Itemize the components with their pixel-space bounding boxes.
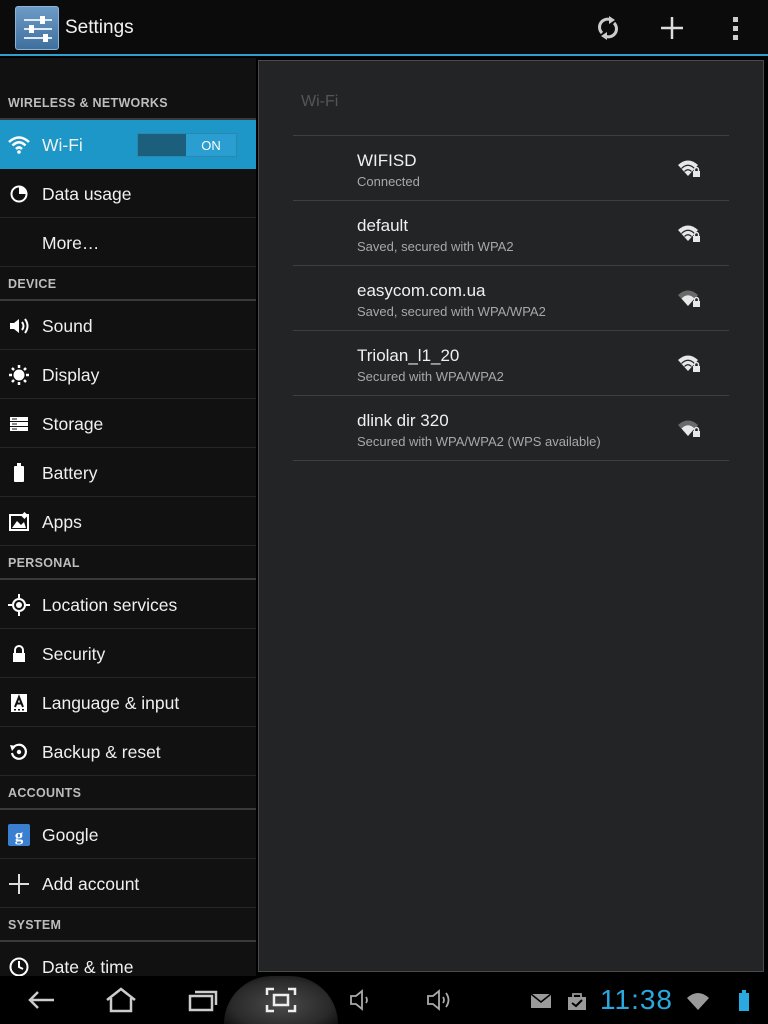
home-icon[interactable]	[96, 980, 146, 1020]
backup-icon	[8, 742, 30, 762]
wifi-network-item[interactable]: dlink dir 320 Secured with WPA/WPA2 (WPS…	[293, 396, 729, 461]
sidebar-item-label: Storage	[42, 414, 104, 434]
back-icon[interactable]	[16, 980, 66, 1020]
sidebar-item-label: Language & input	[42, 693, 180, 713]
clock-icon	[8, 957, 30, 976]
sidebar-item-display[interactable]: Display	[0, 350, 256, 399]
wifi-icon	[8, 135, 30, 155]
wifi-toggle-state: ON	[186, 134, 236, 156]
network-status: Secured with WPA/WPA2	[357, 369, 504, 384]
sidebar-item-label: Location services	[42, 595, 178, 615]
sidebar-item-security[interactable]: Security	[0, 629, 256, 678]
sidebar-item-label: Date & time	[42, 957, 134, 976]
section-header-system: SYSTEM	[0, 908, 256, 942]
sidebar-item-label: Apps	[42, 512, 82, 532]
sync-icon[interactable]	[588, 8, 628, 48]
sidebar-item-storage[interactable]: Storage	[0, 399, 256, 448]
wifi-detail-pane: Wi-Fi WIFISD Connected default Saved, se…	[258, 60, 764, 972]
volume-up-icon[interactable]	[415, 980, 465, 1020]
sidebar-item-add-account[interactable]: Add account	[0, 859, 256, 908]
battery-icon	[8, 463, 30, 483]
sidebar-item-data-usage[interactable]: Data usage	[0, 169, 256, 218]
storage-icon	[8, 414, 30, 434]
sound-icon	[8, 316, 30, 336]
network-status: Saved, secured with WPA2	[357, 239, 514, 254]
location-icon	[8, 594, 30, 616]
network-status: Secured with WPA/WPA2 (WPS available)	[357, 434, 601, 449]
sidebar-item-date-time[interactable]: Date & time	[0, 942, 256, 976]
language-icon	[8, 693, 30, 713]
gmail-notification-icon[interactable]	[529, 990, 553, 1012]
page-title: Settings	[65, 17, 134, 38]
sidebar-item-label: Display	[42, 365, 100, 385]
data-usage-icon	[8, 184, 30, 204]
sidebar-item-wifi[interactable]: Wi-Fi ON	[0, 120, 256, 169]
network-status: Connected	[357, 174, 420, 189]
lock-icon	[8, 644, 30, 664]
section-header-device: DEVICE	[0, 267, 256, 301]
sidebar-item-language[interactable]: Language & input	[0, 678, 256, 727]
sidebar-item-backup[interactable]: Backup & reset	[0, 727, 256, 776]
network-ssid: dlink dir 320	[357, 411, 449, 430]
sidebar-item-label: Data usage	[42, 184, 132, 204]
wifi-signal-locked-icon	[677, 288, 703, 310]
pane-title: Wi-Fi	[301, 93, 339, 110]
google-icon: g	[8, 824, 30, 846]
display-icon	[8, 365, 30, 385]
apps-icon	[8, 512, 30, 532]
sidebar-item-sound[interactable]: Sound	[0, 301, 256, 350]
sidebar-item-label: Google	[42, 825, 99, 845]
wifi-network-item[interactable]: easycom.com.ua Saved, secured with WPA/W…	[293, 266, 729, 331]
sidebar-item-label: Wi-Fi	[42, 135, 83, 155]
wifi-network-item[interactable]: Triolan_l1_20 Secured with WPA/WPA2	[293, 331, 729, 396]
screenshot-icon[interactable]	[256, 980, 306, 1020]
status-clock[interactable]: 11:38	[600, 984, 673, 1016]
settings-sidebar: WIRELESS & NETWORKS Wi-Fi ON Data usage …	[0, 58, 256, 976]
wifi-signal-locked-icon	[677, 353, 703, 375]
sidebar-item-more[interactable]: More…	[0, 218, 256, 267]
section-header-personal: PERSONAL	[0, 546, 256, 580]
wifi-signal-locked-icon	[677, 223, 703, 245]
sidebar-item-location[interactable]: Location services	[0, 580, 256, 629]
wifi-toggle[interactable]: ON	[137, 133, 237, 157]
add-icon	[8, 874, 30, 894]
wifi-network-item[interactable]: default Saved, secured with WPA2	[293, 201, 729, 266]
volume-down-icon[interactable]	[336, 980, 386, 1020]
network-ssid: default	[357, 216, 409, 235]
sidebar-item-label: Battery	[42, 463, 98, 483]
wifi-signal-locked-icon	[677, 158, 703, 180]
network-status: Saved, secured with WPA/WPA2	[357, 304, 546, 319]
sidebar-item-label: Backup & reset	[42, 742, 161, 762]
wifi-status-icon	[686, 990, 710, 1012]
sidebar-item-label: More…	[42, 233, 100, 253]
system-bar: 11:38	[0, 976, 768, 1024]
section-header-wireless: WIRELESS & NETWORKS	[0, 58, 256, 120]
sidebar-item-label: Security	[42, 644, 106, 664]
network-ssid: WIFISD	[357, 151, 417, 170]
battery-status-icon	[732, 990, 756, 1012]
settings-app-icon[interactable]	[15, 6, 59, 50]
sidebar-item-label: Sound	[42, 316, 93, 336]
overflow-menu-icon[interactable]	[716, 8, 756, 48]
wifi-signal-locked-icon	[677, 418, 703, 440]
sidebar-item-apps[interactable]: Apps	[0, 497, 256, 546]
network-ssid: Triolan_l1_20	[357, 346, 460, 365]
network-ssid: easycom.com.ua	[357, 281, 486, 300]
sidebar-item-label: Add account	[42, 874, 140, 894]
recent-apps-icon[interactable]	[178, 980, 228, 1020]
wifi-network-item[interactable]: WIFISD Connected	[293, 136, 729, 201]
add-network-icon[interactable]	[652, 8, 692, 48]
download-complete-icon[interactable]	[565, 990, 589, 1012]
sidebar-item-battery[interactable]: Battery	[0, 448, 256, 497]
svg-text:g: g	[15, 826, 24, 845]
wifi-network-list: WIFISD Connected default Saved, secured …	[293, 135, 729, 461]
section-header-accounts: ACCOUNTS	[0, 776, 256, 810]
sidebar-item-google[interactable]: g Google	[0, 810, 256, 859]
action-bar: Settings	[0, 0, 768, 56]
